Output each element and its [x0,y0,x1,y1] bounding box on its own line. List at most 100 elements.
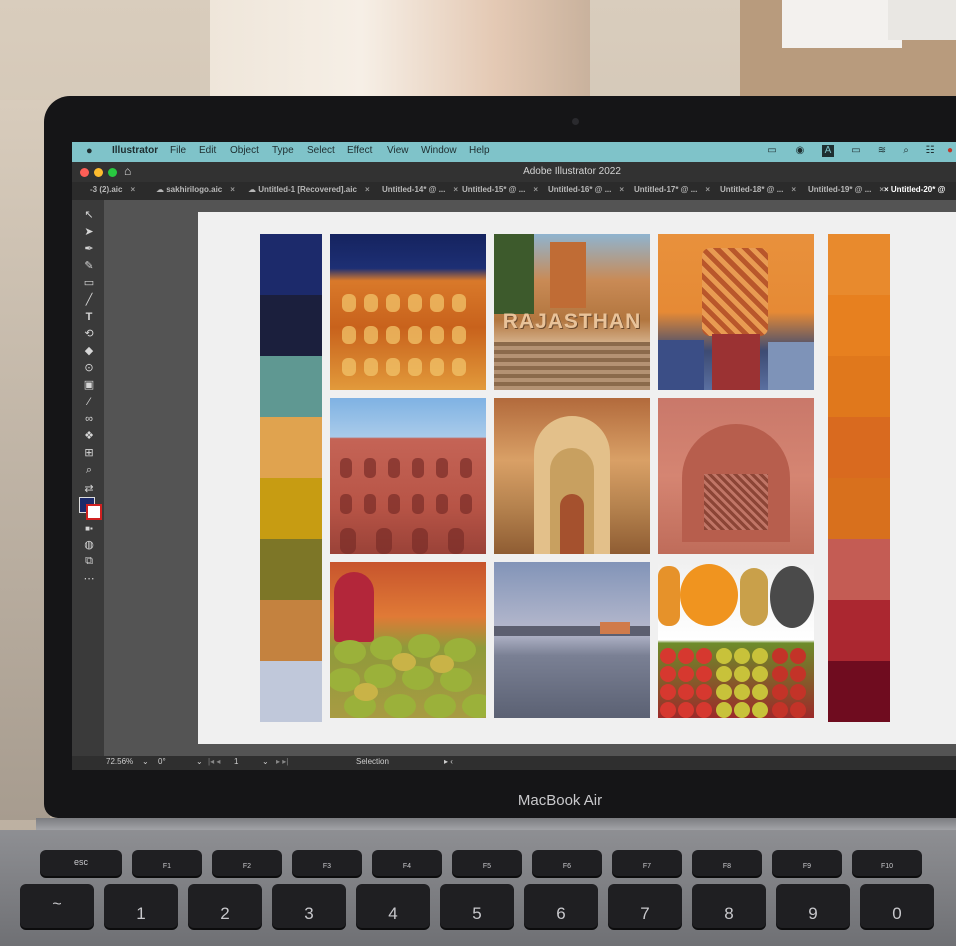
swap-fill-stroke-icon[interactable]: ⇄ [82,482,96,496]
chevron-down-icon[interactable]: ⌄ [196,757,203,766]
minimize-window-button[interactable] [94,168,103,177]
photo-rajasthan-sign[interactable]: RAJASTHAN [494,234,650,390]
palette-swatch[interactable] [260,478,322,539]
key-f2[interactable]: F2 [212,850,282,876]
key-6[interactable]: 6 [524,884,598,928]
tab-doc-10-active[interactable]: × Untitled-20* @ [884,185,945,194]
more-tools-icon[interactable]: ⋯ [82,572,96,586]
close-icon[interactable]: × [453,185,458,194]
apple-icon[interactable]: ● [86,145,93,157]
creative-cloud-icon[interactable]: ◉ [794,145,806,157]
close-icon[interactable]: × [533,185,538,194]
close-icon[interactable]: × [619,185,624,194]
menu-effect[interactable]: Effect [347,145,372,156]
photo-mango-vendor[interactable] [330,562,486,718]
rotate-tool-icon[interactable]: ⟲ [82,327,96,341]
close-icon[interactable]: × [705,185,710,194]
menu-view[interactable]: View [387,145,409,156]
menu-object[interactable]: Object [230,145,259,156]
zoom-level-field[interactable]: 72.56% [106,757,133,766]
key-f1[interactable]: F1 [132,850,202,876]
tab-doc-9[interactable]: Untitled-19* @ ... × [808,185,884,194]
gradient-tool-icon[interactable]: ▣ [82,378,96,392]
palette-swatch[interactable] [260,600,322,661]
palette-swatch[interactable] [260,295,322,356]
key-8[interactable]: 8 [692,884,766,928]
pen-tool-icon[interactable]: ✒ [82,242,96,256]
key-9[interactable]: 9 [776,884,850,928]
stroke-color-swatch[interactable] [86,504,102,520]
control-center-icon[interactable]: ☷ [924,145,936,157]
palette-swatch[interactable] [260,234,322,295]
palette-swatch[interactable] [260,539,322,600]
photo-fruit-display[interactable] [658,562,814,718]
zoom-window-button[interactable] [108,168,117,177]
key-0[interactable]: 0 [860,884,934,928]
status-menu-arrow-icon[interactable]: ▸ ‹ [444,757,453,766]
palette-swatch[interactable] [260,417,322,478]
first-artboard-icon[interactable]: |◂ ◂ [208,757,220,766]
key-4[interactable]: 4 [356,884,430,928]
tab-doc-2[interactable]: ☁ sakhirilogo.aic × [156,185,235,194]
type-tool-icon[interactable]: T [82,310,96,324]
key-f7[interactable]: F7 [612,850,682,876]
key-f4[interactable]: F4 [372,850,442,876]
key-f3[interactable]: F3 [292,850,362,876]
close-icon[interactable]: × [130,185,135,194]
symbol-sprayer-tool-icon[interactable]: ❖ [82,429,96,443]
wifi-icon[interactable]: ≋ [876,145,888,157]
key-1[interactable]: 1 [104,884,178,928]
photo-ornate-archway[interactable] [494,398,650,554]
key-f10[interactable]: F10 [852,850,922,876]
tab-doc-7[interactable]: Untitled-17* @ ... × [634,185,710,194]
close-icon[interactable]: × [365,185,370,194]
photo-pink-palace[interactable] [330,398,486,554]
menu-app-illustrator[interactable]: Illustrator [112,145,158,156]
chevron-down-icon[interactable]: ⌄ [262,757,269,766]
key-esc[interactable]: esc [40,850,122,876]
chevron-down-icon[interactable]: ⌄ [142,757,149,766]
key-7[interactable]: 7 [608,884,682,928]
menu-help[interactable]: Help [469,145,490,156]
zoom-tool-icon[interactable]: ⌕ [82,463,96,477]
tab-doc-3[interactable]: ☁ Untitled-1 [Recovered].aic × [248,185,370,194]
key-5[interactable]: 5 [440,884,514,928]
palette-swatch[interactable] [828,417,890,478]
palette-swatch[interactable] [828,295,890,356]
key-f9[interactable]: F9 [772,850,842,876]
photo-lake-palace[interactable] [494,562,650,718]
tab-doc-8[interactable]: Untitled-18* @ ... × [720,185,796,194]
palette-swatch[interactable] [828,234,890,295]
palette-swatch[interactable] [260,661,322,722]
eraser-tool-icon[interactable]: ◆ [82,344,96,358]
palette-swatch[interactable] [828,539,890,600]
blend-tool-icon[interactable]: ∞ [82,412,96,426]
menu-window[interactable]: Window [421,145,457,156]
paintbrush-tool-icon[interactable]: ╱ [82,293,96,307]
lasso-tool-icon[interactable]: ⊙ [82,361,96,375]
artboard-tool-icon[interactable]: ⊞ [82,446,96,460]
battery-icon[interactable]: ▭ [850,145,862,157]
screen-mirror-icon[interactable]: ▭ [766,145,778,157]
close-icon[interactable]: × [791,185,796,194]
close-icon[interactable]: × [230,185,235,194]
input-source-icon[interactable]: A [822,145,834,157]
curvature-tool-icon[interactable]: ✎ [82,259,96,273]
artboard[interactable]: RAJASTHAN [198,212,956,744]
menu-file[interactable]: File [170,145,186,156]
tab-doc-5[interactable]: Untitled-15* @ ... × [462,185,538,194]
photo-embroidered-bags[interactable] [658,234,814,390]
menu-select[interactable]: Select [307,145,335,156]
palette-swatch[interactable] [828,600,890,661]
close-window-button[interactable] [80,168,89,177]
tab-doc-6[interactable]: Untitled-16* @ ... × [548,185,624,194]
tab-doc-1[interactable]: -3 (2).aic × [90,185,135,194]
photo-carved-window[interactable] [658,398,814,554]
key-f5[interactable]: F5 [452,850,522,876]
palette-swatch[interactable] [828,356,890,417]
menu-type[interactable]: Type [272,145,294,156]
key-f8[interactable]: F8 [692,850,762,876]
rotation-field[interactable]: 0° [158,757,166,766]
close-icon[interactable]: × [884,185,889,194]
color-mode-icon[interactable]: ■▪ [82,522,96,536]
